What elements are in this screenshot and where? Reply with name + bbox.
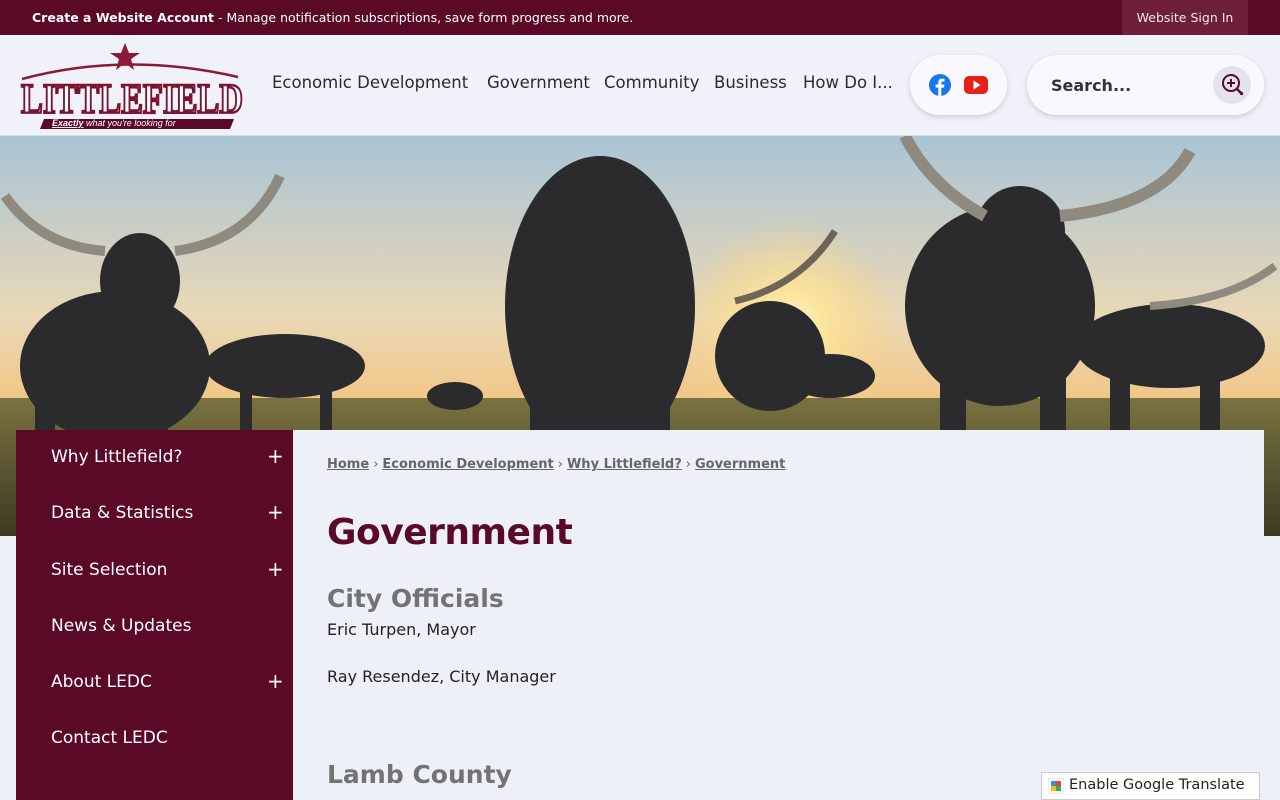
sidebar-item-data-statistics[interactable]: Data & Statistics + — [16, 486, 293, 542]
sidebar-item-label: About LEDC — [51, 672, 152, 692]
littlefield-logo[interactable]: LITTLEFIELD Exactly what you're looking … — [16, 43, 248, 131]
logo-tagline: what you're looking for — [84, 118, 177, 128]
search-box — [1027, 55, 1264, 115]
section-heading-lamb-county: Lamb County — [327, 760, 512, 789]
expand-icon[interactable]: + — [267, 500, 284, 524]
translate-label: Enable Google Translate — [1069, 777, 1245, 793]
official-mayor: Eric Turpen, Mayor — [327, 620, 476, 639]
account-message: Create a Website Account - Manage notifi… — [32, 10, 633, 25]
top-bar: Create a Website Account - Manage notifi… — [0, 0, 1280, 35]
nav-business[interactable]: Business — [714, 73, 787, 92]
sign-in-button[interactable]: Website Sign In — [1122, 0, 1248, 35]
social-links — [910, 55, 1007, 115]
youtube-icon[interactable] — [964, 76, 988, 94]
account-message-text: - Manage notification subscriptions, sav… — [214, 10, 634, 25]
expand-icon[interactable]: + — [267, 557, 284, 581]
create-account-link[interactable]: Create a Website Account — [32, 10, 214, 25]
site-header: LITTLEFIELD Exactly what you're looking … — [0, 35, 1280, 136]
official-city-manager: Ray Resendez, City Manager — [327, 667, 556, 686]
breadcrumb-economic-development[interactable]: Economic Development — [382, 457, 553, 472]
sidebar-item-label: Why Littlefield? — [51, 447, 183, 467]
expand-icon[interactable]: + — [267, 444, 284, 468]
breadcrumb-why-littlefield[interactable]: Why Littlefield? — [567, 457, 682, 472]
sidebar-item-contact-ledc[interactable]: Contact LEDC — [16, 711, 293, 767]
sidebar-item-news-updates[interactable]: News & Updates — [16, 599, 293, 655]
page-title: Government — [327, 512, 573, 553]
google-translate-button[interactable]: Enable Google Translate — [1041, 772, 1260, 800]
breadcrumb-separator: › — [557, 457, 563, 472]
sidebar-item-about-ledc[interactable]: About LEDC + — [16, 655, 293, 711]
search-button[interactable] — [1213, 66, 1251, 104]
google-translate-icon — [1048, 778, 1064, 794]
expand-icon[interactable]: + — [267, 669, 284, 693]
nav-economic-development[interactable]: Economic Development — [272, 73, 468, 92]
main-content: Home › Economic Development › Why Littlefiel… — [293, 430, 1264, 800]
sidebar-item-label: Data & Statistics — [51, 503, 194, 523]
sidebar-item-why-littlefield[interactable]: Why Littlefield? + — [16, 430, 293, 486]
breadcrumb-home[interactable]: Home — [327, 457, 369, 472]
breadcrumb-separator: › — [373, 457, 379, 472]
sidebar-item-site-selection[interactable]: Site Selection + — [16, 543, 293, 599]
search-input[interactable] — [1051, 73, 1201, 97]
breadcrumb-separator: › — [685, 457, 691, 472]
nav-community[interactable]: Community — [604, 73, 700, 92]
logo-tagline-emphasis: Exactly — [52, 118, 85, 128]
sidebar-item-label: News & Updates — [51, 616, 192, 636]
nav-how-do-i[interactable]: How Do I... — [803, 73, 893, 92]
search-icon — [1222, 74, 1244, 96]
logo-wordmark: LITTLEFIELD — [21, 77, 243, 123]
sidebar-item-label: Contact LEDC — [51, 728, 168, 748]
nav-government[interactable]: Government — [487, 73, 590, 92]
sidebar-item-label: Site Selection — [51, 560, 168, 580]
breadcrumb: Home › Economic Development › Why Littlefiel… — [327, 457, 785, 472]
section-heading-city-officials: City Officials — [327, 584, 504, 613]
facebook-icon[interactable] — [929, 74, 951, 96]
svg-text:Exactly what you're looking fo: Exactly what you're looking for — [52, 118, 177, 128]
breadcrumb-government[interactable]: Government — [695, 457, 785, 472]
sidebar-nav: Why Littlefield? + Data & Statistics + S… — [16, 430, 293, 800]
